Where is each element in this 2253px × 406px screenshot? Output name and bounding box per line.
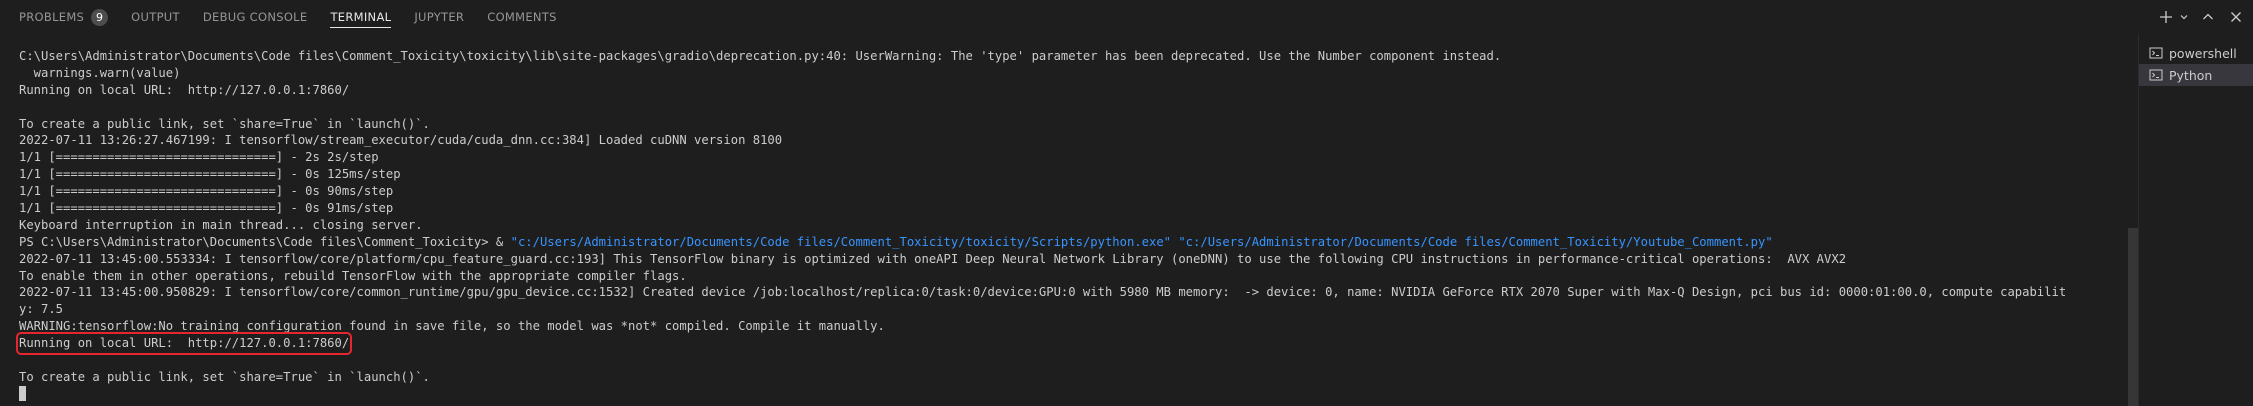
terminal-line: 1/1 [==============================] - 0… bbox=[19, 167, 401, 182]
terminal-command-line: PS C:\Users\Administrator\Documents\Code… bbox=[19, 234, 2119, 251]
tab-debug-console[interactable]: DEBUG CONSOLE bbox=[194, 0, 322, 34]
tab-label: PROBLEMS bbox=[19, 10, 85, 24]
panel-tabs: PROBLEMS 9 OUTPUT DEBUG CONSOLE TERMINAL… bbox=[0, 0, 571, 34]
terminal-scrollbar[interactable] bbox=[2128, 34, 2138, 406]
tab-output[interactable]: OUTPUT bbox=[122, 0, 194, 34]
panel-actions bbox=[2149, 0, 2247, 34]
terminal-line: C:\Users\Administrator\Documents\Code fi… bbox=[19, 49, 1502, 63]
highlighted-local-url: Running on local URL: http://127.0.0.1:7… bbox=[15, 332, 353, 356]
python-exe-path: "c:/Users/Administrator/Documents/Code f… bbox=[510, 234, 1171, 249]
terminal-cursor bbox=[19, 385, 26, 401]
new-terminal-plus-icon[interactable] bbox=[2155, 6, 2177, 28]
tab-problems[interactable]: PROBLEMS 9 bbox=[10, 0, 122, 34]
terminal-line: warnings.warn(value) bbox=[19, 65, 181, 80]
terminal-line-highlighted: Running on local URL: http://127.0.0.1:7… bbox=[15, 332, 2119, 356]
scrollbar-thumb[interactable] bbox=[2128, 228, 2138, 406]
terminal-line: WARNING:tensorflow:No training configura… bbox=[19, 319, 885, 334]
terminal-item-label: powershell bbox=[2169, 45, 2237, 61]
terminal-line: To create a public link, set `share=True… bbox=[19, 116, 430, 131]
terminal-cursor-line bbox=[19, 385, 2119, 403]
terminal-line: 2022-07-11 13:45:00.950829: I tensorflow… bbox=[19, 285, 2067, 300]
tab-label: COMMENTS bbox=[487, 10, 557, 24]
terminal-icon bbox=[2149, 46, 2163, 60]
problems-count-badge: 9 bbox=[91, 8, 109, 26]
panel-tab-bar: PROBLEMS 9 OUTPUT DEBUG CONSOLE TERMINAL… bbox=[0, 0, 2253, 34]
terminal-item-powershell[interactable]: powershell bbox=[2139, 42, 2253, 64]
terminal-output[interactable]: C:\Users\Administrator\Documents\Code fi… bbox=[0, 34, 2128, 406]
tab-label: OUTPUT bbox=[131, 10, 180, 24]
script-path: "c:/Users/Administrator/Documents/Code f… bbox=[1178, 234, 1773, 249]
tab-terminal[interactable]: TERMINAL bbox=[321, 0, 405, 34]
terminal-line: 2022-07-11 13:45:00.553334: I tensorflow… bbox=[19, 251, 1847, 266]
maximize-panel-chevron-up-icon[interactable] bbox=[2197, 6, 2219, 28]
tab-jupyter[interactable]: JUPYTER bbox=[405, 0, 478, 34]
tab-label: JUPYTER bbox=[414, 10, 465, 24]
terminal-line: To create a public link, set `share=True… bbox=[19, 369, 430, 384]
terminal-item-label: Python bbox=[2169, 67, 2213, 83]
launch-profile-chevron-icon[interactable] bbox=[2177, 6, 2191, 28]
terminal-list: powershell Python bbox=[2138, 34, 2253, 406]
terminal-line: 2022-07-11 13:26:27.467199: I tensorflow… bbox=[19, 133, 783, 148]
tab-comments[interactable]: COMMENTS bbox=[478, 0, 571, 34]
terminal-line: Keyboard interruption in main thread... … bbox=[19, 217, 423, 232]
tab-label: TERMINAL bbox=[330, 10, 392, 24]
terminal-line: y: 7.5 bbox=[19, 302, 64, 317]
terminal-icon bbox=[2149, 68, 2163, 82]
terminal-line: Running on local URL: http://127.0.0.1:7… bbox=[19, 82, 350, 97]
terminal-line: 1/1 [==============================] - 2… bbox=[19, 150, 379, 165]
terminal-line: 1/1 [==============================] - 0… bbox=[19, 184, 394, 199]
close-panel-icon[interactable] bbox=[2225, 6, 2247, 28]
terminal-line: 1/1 [==============================] - 0… bbox=[19, 201, 394, 216]
terminal-lines: C:\Users\Administrator\Documents\Code fi… bbox=[15, 48, 2119, 403]
tab-label: DEBUG CONSOLE bbox=[202, 10, 308, 24]
terminal-item-python[interactable]: Python bbox=[2139, 64, 2253, 86]
shell-prompt: PS C:\Users\Administrator\Documents\Code… bbox=[19, 234, 511, 249]
terminal-line: To enable them in other operations, rebu… bbox=[19, 268, 687, 283]
